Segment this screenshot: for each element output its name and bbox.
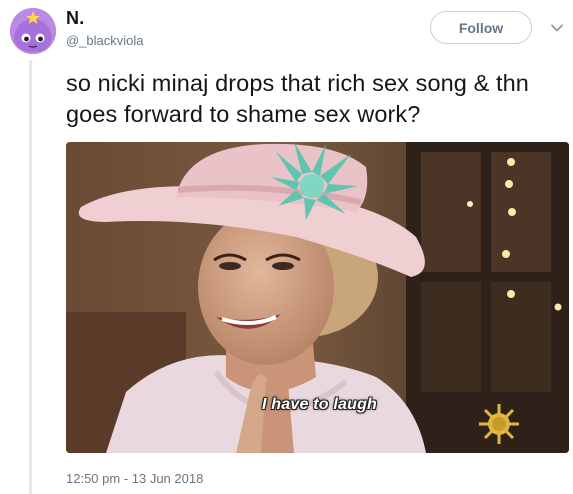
tweet-gif[interactable]: I have to laugh — [66, 142, 569, 453]
user-handle[interactable]: @_blackviola — [66, 33, 144, 48]
display-name[interactable]: N. — [66, 8, 85, 29]
avatar[interactable] — [10, 8, 56, 54]
gif-caption: I have to laugh — [262, 396, 378, 413]
tweet-timestamp[interactable]: 12:50 pm - 13 Jun 2018 — [66, 471, 203, 486]
thread-line — [29, 60, 32, 494]
follow-button[interactable]: Follow — [430, 11, 532, 44]
avatar-image — [10, 8, 56, 54]
tweet-text: so nicki minaj drops that rich sex song … — [66, 70, 529, 127]
chevron-down-icon[interactable] — [549, 20, 565, 36]
sun-logo-watermark — [479, 404, 519, 444]
